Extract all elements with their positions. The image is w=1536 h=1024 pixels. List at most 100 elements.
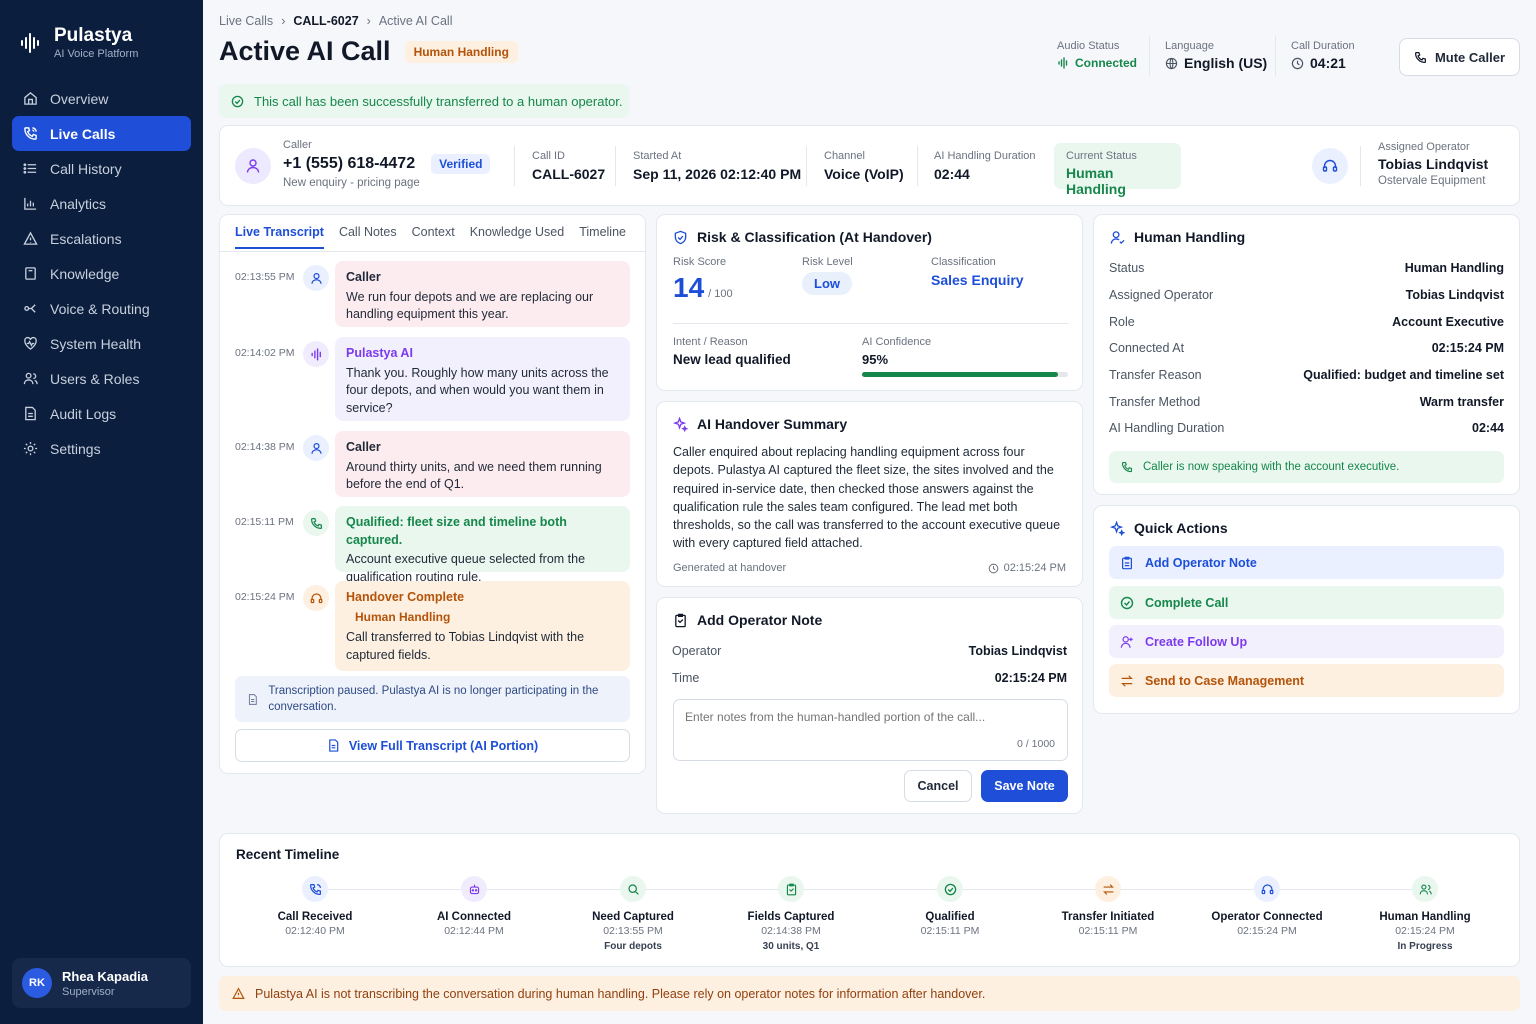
timeline-item-time: 02:13:55 PM	[603, 925, 663, 937]
alert-triangle-icon	[232, 987, 245, 999]
timeline-item-time: 02:14:38 PM	[761, 925, 821, 937]
nav-item-live-calls[interactable]: Live Calls	[12, 116, 191, 151]
timeline-item: Need Captured 02:13:55 PM Four depots	[568, 876, 698, 952]
verified-badge: Verified	[431, 154, 491, 174]
breadcrumb-live-calls[interactable]: Live Calls	[219, 14, 273, 28]
message-sender: Qualified: fleet size and timeline both …	[346, 515, 567, 547]
action-label: Add Operator Note	[1145, 555, 1257, 570]
send-to-case-management-action[interactable]: Send to Case Management	[1109, 664, 1504, 697]
file-log-icon	[25, 406, 36, 421]
nav-item-overview[interactable]: Overview	[12, 81, 191, 116]
view-full-transcript-label: View Full Transcript (AI Portion)	[348, 738, 539, 753]
page-title: Active AI Call	[219, 36, 391, 66]
nav-label: Voice & Routing	[50, 300, 150, 317]
document-icon	[248, 693, 257, 705]
quick-title: Quick Actions	[1134, 520, 1228, 536]
message-text: Around thirty units, and we need them ru…	[346, 459, 602, 492]
intent-value: New lead qualified	[673, 352, 791, 367]
success-alert: This call has been successfully transfer…	[219, 84, 629, 118]
nav-item-audit-logs[interactable]: Audit Logs	[12, 396, 191, 431]
note-operator-row: Operator Tobias Lindqvist	[672, 644, 1067, 658]
user-icon	[246, 159, 260, 173]
tab-context[interactable]: Context	[412, 225, 455, 249]
breadcrumb-call-id[interactable]: CALL-6027	[293, 14, 358, 28]
breadcrumb-current: Active AI Call	[378, 14, 453, 28]
note-time-label: Time	[672, 671, 700, 685]
add-operator-note-action[interactable]: Add Operator Note	[1109, 546, 1504, 579]
message-bubble: Pulastya AI Thank you. Roughly how many …	[335, 337, 630, 421]
timeline-item-time: 02:15:24 PM	[1395, 925, 1455, 937]
classification-label: Classification	[931, 256, 996, 268]
timeline-item-title: Qualified	[925, 911, 975, 923]
divider	[1275, 36, 1276, 76]
phone-call-icon	[309, 883, 321, 895]
nav-item-system-health[interactable]: System Health	[12, 326, 191, 361]
ai-summary-card: AI Handover Summary Caller enquired abou…	[656, 401, 1083, 587]
nav-item-settings[interactable]: Settings	[12, 431, 191, 466]
summary-text: Caller enquired about replacing handling…	[673, 445, 1061, 551]
note-operator-value: Tobias Lindqvist	[968, 644, 1067, 658]
timeline-icon	[1095, 876, 1121, 902]
cancel-button[interactable]: Cancel	[904, 770, 972, 802]
tab-live-transcript[interactable]: Live Transcript	[235, 225, 324, 249]
risk-score-value: 14	[673, 272, 705, 303]
user-card[interactable]: RK Rhea Kapadia Supervisor	[12, 958, 191, 1008]
timeline-icon	[1254, 876, 1280, 902]
operator-note-input[interactable]	[673, 699, 1068, 761]
list-icon	[23, 163, 37, 174]
mute-caller-label: Mute Caller	[1434, 49, 1506, 65]
started-value: Sep 11, 2026 02:12:40 PM	[633, 166, 802, 182]
timeline-item-title: Human Handling	[1379, 911, 1471, 923]
view-full-transcript-button[interactable]: View Full Transcript (AI Portion)	[235, 729, 630, 762]
nav-label: Users & Roles	[50, 370, 140, 387]
nav-item-knowledge[interactable]: Knowledge	[12, 256, 191, 291]
timeline-item: Fields Captured 02:14:38 PM 30 units, Q1	[726, 876, 856, 952]
nav-item-call-history[interactable]: Call History	[12, 151, 191, 186]
nav-item-voice-routing[interactable]: Voice & Routing	[12, 291, 191, 326]
caller-icon-wrap	[303, 265, 329, 291]
clock-icon	[1291, 57, 1304, 69]
human-row-value: 02:15:24 PM	[1431, 341, 1504, 355]
complete-call-action[interactable]: Complete Call	[1109, 586, 1504, 619]
handover-icon-wrap	[303, 585, 329, 611]
quick-actions-card: Quick Actions Add Operator Note Complete…	[1093, 505, 1520, 714]
action-label: Create Follow Up	[1145, 634, 1248, 649]
check-circle-icon	[231, 95, 244, 107]
message-bubble: Handover Complete Human Handling Call tr…	[335, 581, 630, 671]
nav-item-analytics[interactable]: Analytics	[12, 186, 191, 221]
timeline-item-sub: 30 units, Q1	[762, 941, 820, 952]
timeline-item-title: AI Connected	[436, 911, 512, 923]
arrows-swap-icon	[1121, 674, 1133, 687]
ai-confidence-label: AI Confidence	[862, 336, 932, 348]
user-role: Supervisor	[62, 985, 115, 998]
breadcrumb-separator: ›	[366, 14, 371, 28]
operator-org: Ostervale Equipment	[1378, 175, 1486, 187]
headset-icon	[1261, 883, 1273, 894]
human-row-key: Role	[1109, 315, 1135, 329]
save-note-button[interactable]: Save Note	[981, 770, 1068, 802]
message-text: Call transferred to Tobias Lindqvist wit…	[346, 630, 585, 662]
tab-knowledge-used[interactable]: Knowledge Used	[470, 225, 565, 249]
sparkle-icon	[1110, 520, 1125, 536]
human-row: Transfer Method Warm transfer	[1109, 395, 1504, 409]
timeline-icon	[620, 876, 646, 902]
soundwave-logo-icon	[21, 33, 39, 53]
tab-timeline[interactable]: Timeline	[579, 225, 626, 249]
nav-item-escalations[interactable]: Escalations	[12, 221, 191, 256]
message-sender: Handover Complete	[346, 590, 465, 604]
tab-call-notes[interactable]: Call Notes	[339, 225, 397, 249]
human-row-key: Assigned Operator	[1109, 288, 1214, 302]
shield-check-icon	[674, 230, 687, 244]
nav-item-users-roles[interactable]: Users & Roles	[12, 361, 191, 396]
create-follow-up-action[interactable]: Create Follow Up	[1109, 625, 1504, 658]
quick-title-row: Quick Actions	[1110, 520, 1228, 536]
audio-status: Audio Status Connected	[1057, 40, 1137, 70]
human-row-key: Transfer Reason	[1109, 368, 1202, 382]
mute-caller-button[interactable]: Mute Caller	[1399, 38, 1520, 76]
ai-duration-value: 02:44	[934, 166, 970, 182]
channel-value: Voice (VoIP)	[824, 166, 904, 182]
language-label: Language	[1165, 40, 1214, 52]
current-status-value: Human Handling	[1066, 165, 1126, 197]
event-icon-wrap	[303, 510, 329, 536]
ai-icon-wrap	[303, 341, 329, 367]
